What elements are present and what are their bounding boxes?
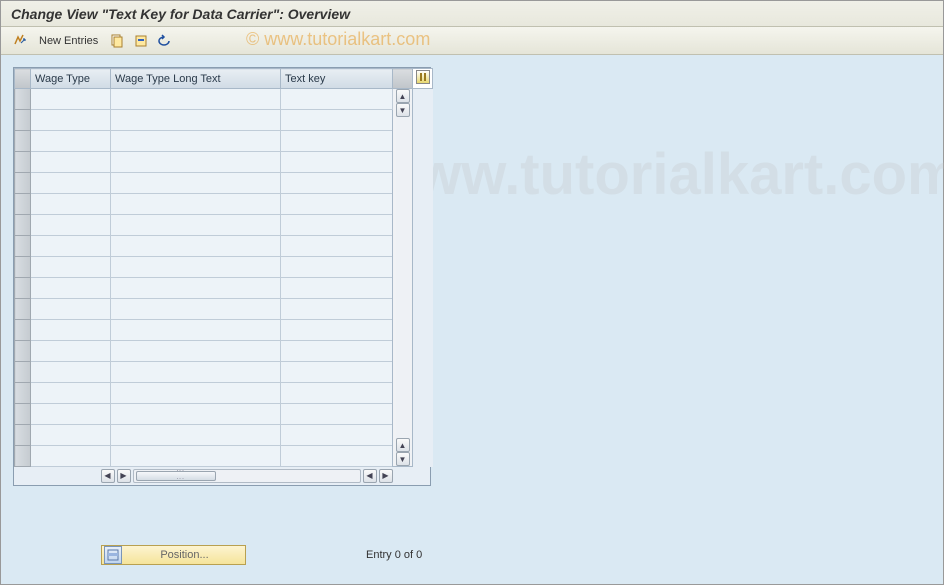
position-button[interactable]: Position... [101,545,246,565]
col-header-wage-type-long-text[interactable]: Wage Type Long Text [111,69,281,89]
table-row[interactable] [15,362,433,383]
data-table: Wage Type Wage Type Long Text Text key ▲… [13,67,431,486]
col-header-text-key[interactable]: Text key [281,69,393,89]
horizontal-scrollbar[interactable]: ◀ ▶ ◀ ▶ [31,468,393,484]
col-header-wage-type[interactable]: Wage Type [31,69,111,89]
table-row[interactable] [15,194,433,215]
table-row[interactable] [15,341,433,362]
scroll-up-small-button[interactable]: ▲ [396,438,410,452]
scroll-up-button[interactable]: ▲ [396,89,410,103]
table-row[interactable] [15,257,433,278]
vertical-scrollbar[interactable]: ▲ ▼ ▲ ▼ [393,89,413,467]
toolbar: New Entries © www.tutorialkart.com [1,27,943,55]
undo-icon[interactable] [156,32,174,50]
horizontal-scroll-row: ◀ ▶ ◀ ▶ [15,467,433,485]
title-bar: Change View "Text Key for Data Carrier":… [1,1,943,27]
scroll-down-small-button[interactable]: ▼ [396,103,410,117]
scroll-right-small-button[interactable]: ▶ [117,469,131,483]
position-icon [104,546,122,564]
copy-icon[interactable] [108,32,126,50]
scroll-right-button[interactable]: ▶ [379,469,393,483]
new-entries-button[interactable]: New Entries [35,35,102,47]
table-row[interactable] [15,425,433,446]
table-row[interactable] [15,236,433,257]
configure-columns-button[interactable] [413,69,433,89]
entry-counter: Entry 0 of 0 [366,549,422,561]
table-row[interactable] [15,320,433,341]
footer: Position... Entry 0 of 0 [101,545,422,565]
table-row[interactable] [15,446,433,467]
table-row[interactable] [15,215,433,236]
scroll-left-button[interactable]: ◀ [101,469,115,483]
table-row[interactable] [15,383,433,404]
page-title: Change View "Text Key for Data Carrier":… [11,6,350,22]
scroll-left-small-button[interactable]: ◀ [363,469,377,483]
table-row[interactable] [15,299,433,320]
content-area: Wage Type Wage Type Long Text Text key ▲… [1,55,943,498]
delete-icon[interactable] [132,32,150,50]
table-row[interactable] [15,152,433,173]
table-row[interactable]: ▲ ▼ ▲ ▼ [15,89,433,110]
header-spacer [393,69,413,89]
table-row[interactable] [15,110,433,131]
table-row[interactable] [15,278,433,299]
table-header-row: Wage Type Wage Type Long Text Text key [15,69,433,89]
watermark-text: © www.tutorialkart.com [246,29,430,50]
toggle-icon[interactable] [11,32,29,50]
table-row[interactable] [15,131,433,152]
table-row[interactable] [15,173,433,194]
position-button-label: Position... [124,549,245,561]
scroll-down-button[interactable]: ▼ [396,452,410,466]
select-all-corner[interactable] [15,69,31,89]
table-row[interactable] [15,404,433,425]
